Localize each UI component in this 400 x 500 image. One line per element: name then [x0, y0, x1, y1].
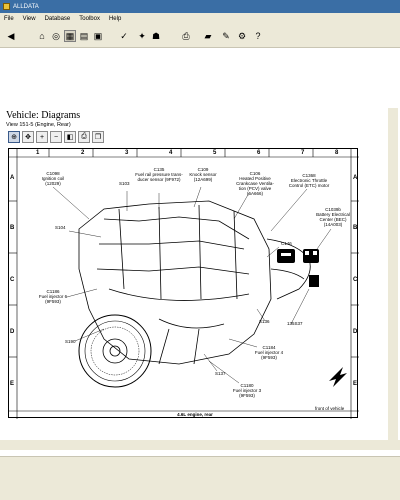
window-title: ALLDATA	[13, 3, 39, 10]
truck-icon[interactable]: ▣	[92, 30, 104, 42]
wiring-diagram[interactable]: 1 2 3 4 5 6 7 8 A B C D E A B C D E C109…	[8, 148, 359, 419]
menu-help[interactable]: Help	[109, 16, 121, 22]
ruler-row-e: E	[10, 381, 15, 387]
save-icon[interactable]: ▰	[202, 30, 214, 42]
callout-c135[interactable]: C135 Fuel rail pressure trans- ducer sen…	[135, 167, 183, 182]
prev-icon[interactable]: ◧	[64, 131, 76, 143]
ruler-col-8: 8	[335, 150, 339, 156]
callout-c1039b[interactable]: C1039b Battery Electrical Center (BEC) (…	[316, 207, 350, 227]
disc-icon[interactable]: ◎	[50, 30, 62, 42]
help-icon[interactable]: ?	[252, 30, 264, 42]
diagram-toolbar: ⊕ ✥ + − ◧ ⎙ ❐	[8, 130, 158, 144]
ruler-row-e-right: E	[353, 381, 358, 387]
callout-c1368[interactable]: C1368 Electronic Throttle Control (ETC) …	[289, 173, 330, 188]
back-icon[interactable]: ◀	[5, 30, 17, 42]
callout-c1098[interactable]: C1098 Ignition coil (12029)	[42, 171, 65, 186]
menu-bar: File View Database Toolbox Help	[0, 13, 400, 24]
menu-database[interactable]: Database	[45, 16, 71, 22]
copy-icon[interactable]: ❐	[92, 131, 104, 143]
callout-c1186[interactable]: C1186 Fuel injector 6 (9F593)	[39, 289, 67, 304]
callout-135s37[interactable]: 135S37	[287, 321, 303, 326]
status-bar	[0, 456, 400, 500]
app-icon	[3, 3, 10, 10]
callout-c1184[interactable]: C1184 Fuel injector 4 (9F593)	[255, 345, 283, 360]
vehicle-header: Vehicle: Diagrams	[0, 108, 400, 122]
callout-c106[interactable]: C106 Heated Positive Crankcase Ventila- …	[236, 171, 274, 196]
menu-file[interactable]: File	[4, 16, 14, 22]
ruler-row-a: A	[10, 175, 15, 181]
engine-illustration	[9, 149, 359, 419]
ruler-col-4: 4	[169, 150, 173, 156]
ruler-row-b-right: B	[353, 225, 358, 231]
callout-s136[interactable]: S136	[259, 319, 270, 324]
pan-icon[interactable]: ✥	[22, 131, 34, 143]
page-title: Vehicle: Diagrams	[6, 110, 81, 121]
callout-s104[interactable]: S104	[55, 225, 66, 230]
ruler-col-5: 5	[213, 150, 217, 156]
zoom-in-icon[interactable]: +	[36, 131, 48, 143]
diagram-caption: 4.6L engine, rear	[177, 412, 213, 417]
tools-icon[interactable]: ▤	[78, 30, 90, 42]
ruler-row-a-right: A	[353, 175, 358, 181]
ruler-row-c-right: C	[353, 277, 358, 283]
menu-view[interactable]: View	[23, 16, 36, 22]
callout-s190[interactable]: S190	[65, 339, 76, 344]
front-arrow-icon	[329, 367, 347, 387]
callout-s103[interactable]: S103	[119, 181, 130, 186]
front-of-vehicle-label: front of vehicle	[315, 406, 345, 411]
notes-icon[interactable]: ✎	[220, 30, 232, 42]
callout-c109[interactable]: C109 Knock sensor (12A699)	[189, 167, 216, 182]
diagram-print-icon[interactable]: ⎙	[78, 131, 90, 143]
callout-c146[interactable]: C146	[281, 241, 292, 246]
diagram-icon[interactable]: ▦	[64, 30, 76, 42]
callout-s137[interactable]: S137	[215, 371, 226, 376]
horizontal-scrollbar[interactable]	[0, 440, 400, 450]
ruler-col-7: 7	[301, 150, 305, 156]
zoom-fit-icon[interactable]: ⊕	[8, 131, 20, 143]
ruler-row-b: B	[10, 225, 15, 231]
print-icon[interactable]: ⎙	[180, 30, 192, 42]
ruler-row-d: D	[10, 329, 15, 335]
repair-icon[interactable]: ✓	[118, 30, 130, 42]
callout-c1180[interactable]: C1180 Fuel injector 3 (9F593)	[233, 383, 261, 398]
home-icon[interactable]: ⌂	[36, 30, 48, 42]
vertical-scrollbar[interactable]	[388, 108, 398, 440]
new-cars-icon[interactable]: ✦	[136, 30, 148, 42]
ruler-col-2: 2	[81, 150, 85, 156]
ruler-col-1: 1	[36, 150, 40, 156]
main-toolbar: ◀ ⌂ ◎ ▦ ▤ ▣ ✓ ✦ ☗ ⎙ ▰ ✎ ⚙ ?	[0, 24, 400, 48]
ruler-col-3: 3	[125, 150, 129, 156]
ruler-col-6: 6	[257, 150, 261, 156]
ruler-row-d-right: D	[353, 329, 358, 335]
zoom-out-icon[interactable]: −	[50, 131, 62, 143]
ruler-row-c: C	[10, 277, 15, 283]
contact-icon[interactable]: ☗	[150, 30, 162, 42]
menu-toolbox[interactable]: Toolbox	[79, 16, 100, 22]
window-titlebar: ALLDATA	[0, 0, 400, 13]
view-label: View 151-5 (Engine, Rear)	[6, 122, 71, 128]
settings-icon[interactable]: ⚙	[236, 30, 248, 42]
